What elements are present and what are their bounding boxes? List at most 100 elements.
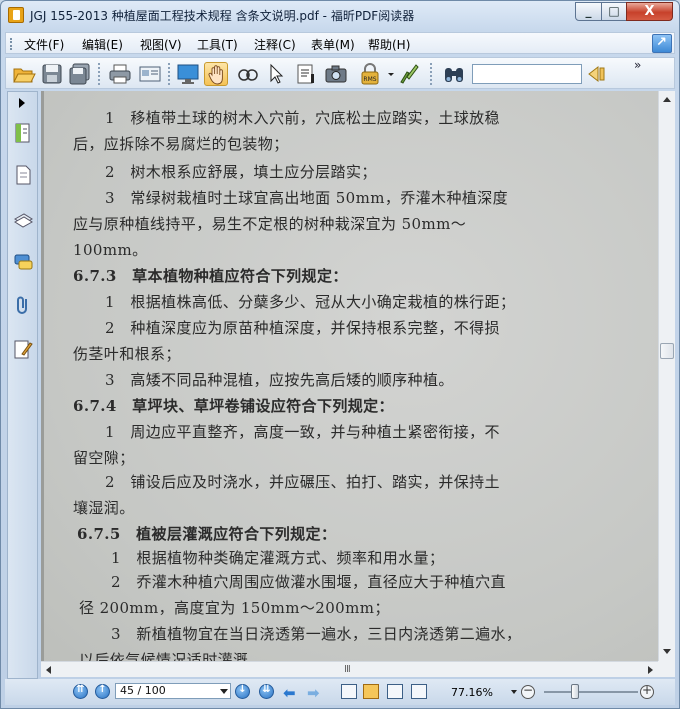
back-arrow-icon[interactable]: ⬅ bbox=[283, 684, 296, 702]
doc-heading: 6.7.4 草坪块、草坪卷铺设应符合下列规定： bbox=[73, 397, 394, 415]
menu-file[interactable]: 文件(F) bbox=[24, 36, 64, 53]
menu-grip-icon[interactable] bbox=[10, 38, 12, 50]
chevron-down-icon[interactable] bbox=[218, 685, 229, 697]
search-input[interactable] bbox=[472, 64, 582, 84]
binoculars-icon[interactable] bbox=[442, 62, 466, 86]
toolbar-more-icon[interactable]: » bbox=[634, 58, 641, 72]
select-text-icon[interactable] bbox=[236, 62, 260, 86]
doc-line: 后，应拆除不易腐烂的包装物； bbox=[73, 135, 289, 153]
page-number-field[interactable]: 45 / 100 bbox=[115, 683, 231, 699]
zoom-in-icon[interactable]: + bbox=[640, 683, 654, 699]
expand-icon[interactable] bbox=[652, 34, 672, 53]
doc-line: 伤茎叶和根系； bbox=[73, 345, 181, 363]
sign-icon[interactable] bbox=[398, 62, 422, 86]
fullscreen-icon[interactable] bbox=[176, 62, 200, 86]
minimize-button[interactable]: _ bbox=[575, 2, 602, 21]
doc-line: 2 乔灌木种植穴周围应做灌水围堰，直径应大于种植穴直 bbox=[111, 573, 506, 591]
doc-line: 2 铺设后应及时浇水，并应碾压、拍打、踏实，并保持土 bbox=[105, 473, 500, 491]
print-icon[interactable] bbox=[108, 62, 132, 86]
signatures-icon[interactable] bbox=[13, 338, 33, 360]
menu-edit[interactable]: 编辑(E) bbox=[82, 36, 123, 53]
continuous-view-icon[interactable] bbox=[363, 684, 379, 699]
doc-line: 以后依气候情况适时灌溉。 bbox=[79, 651, 264, 661]
doc-line: 3 新植植物宜在当日浇透第一遍水，三日内浇透第二遍水， bbox=[111, 625, 522, 643]
doc-heading: 6.7.5 植被层灌溉应符合下列规定： bbox=[77, 525, 337, 543]
doc-line: 留空隙； bbox=[73, 449, 135, 467]
doc-line: 应与原种植线持平，易生不定根的树种栽深宜为 50mm～ bbox=[73, 215, 467, 233]
first-page-icon[interactable]: ⇈ bbox=[73, 684, 88, 699]
save-all-icon[interactable] bbox=[68, 62, 92, 86]
scroll-right-icon[interactable] bbox=[648, 666, 653, 674]
toolbar-separator bbox=[98, 63, 100, 85]
doc-line: 2 树木根系应舒展，填土应分层踏实； bbox=[105, 163, 377, 181]
app-window: JGJ 155-2013 种植屋面工程技术规程 含条文说明.pdf - 福昕PD… bbox=[0, 0, 680, 709]
vertical-scroll-thumb[interactable] bbox=[660, 343, 674, 359]
pdf-page: 1 移植带土球的树木入穴前，穴底松土应踏实，土球放稳 后，应拆除不易腐烂的包装物… bbox=[41, 91, 658, 661]
scroll-left-icon[interactable] bbox=[46, 666, 51, 674]
zoom-slider-knob[interactable] bbox=[571, 684, 579, 699]
previous-page-icon[interactable]: ↑ bbox=[95, 684, 110, 699]
zoom-out-icon[interactable]: − bbox=[521, 683, 535, 699]
doc-line: 1 移植带土球的树木入穴前，穴底松土应踏实，土球放稳 bbox=[105, 109, 500, 127]
doc-line: 1 根据植物种类确定灌溉方式、频率和用水量； bbox=[111, 549, 445, 567]
pages-icon[interactable] bbox=[13, 164, 33, 186]
doc-line: 100mm。 bbox=[73, 241, 148, 259]
status-bar: ⇈ ↑ 45 / 100 ↓ ⇊ ⬅ ➡ 77.16% − + bbox=[5, 679, 675, 705]
scroll-corner bbox=[658, 661, 675, 677]
expand-panel-icon[interactable] bbox=[19, 98, 25, 108]
menu-comment[interactable]: 注释(C) bbox=[254, 36, 296, 53]
last-page-icon[interactable]: ⇊ bbox=[259, 684, 274, 699]
maximize-button[interactable]: □ bbox=[601, 2, 627, 21]
doc-heading: 6.7.3 草本植物种植应符合下列规定： bbox=[73, 267, 348, 285]
email-icon[interactable] bbox=[138, 62, 162, 86]
menu-help[interactable]: 帮助(H) bbox=[368, 36, 410, 53]
open-folder-icon[interactable] bbox=[12, 62, 36, 86]
typewriter-icon[interactable] bbox=[294, 62, 318, 86]
svg-text:RMS: RMS bbox=[363, 76, 376, 83]
scroll-up-icon[interactable] bbox=[663, 97, 671, 102]
layers-icon[interactable] bbox=[13, 208, 33, 230]
doc-line: 2 种植深度应为原苗种植深度，并保持根系完整，不得损 bbox=[105, 319, 500, 337]
doc-line: 径 200mm，高度宜为 150mm～200mm； bbox=[79, 599, 390, 617]
document-view[interactable]: 1 移植带土球的树木入穴前，穴底松土应踏实，土球放稳 后，应拆除不易腐烂的包装物… bbox=[41, 91, 658, 661]
toolbar-separator bbox=[168, 63, 170, 85]
menu-view[interactable]: 视图(V) bbox=[140, 36, 182, 53]
rms-dropdown-icon[interactable] bbox=[386, 62, 396, 86]
facing-view-icon[interactable] bbox=[387, 684, 403, 699]
zoom-dropdown-icon[interactable] bbox=[511, 690, 517, 694]
doc-line: 1 周边应平直整齐，高度一致，并与种植土紧密衔接，不 bbox=[105, 423, 500, 441]
forward-arrow-icon[interactable]: ➡ bbox=[307, 684, 320, 702]
snapshot-icon[interactable] bbox=[324, 62, 348, 86]
continuous-facing-view-icon[interactable] bbox=[411, 684, 427, 699]
vertical-scrollbar[interactable] bbox=[658, 91, 675, 661]
toolbar-separator bbox=[430, 63, 432, 85]
close-button[interactable]: X bbox=[626, 2, 673, 21]
doc-line: 3 高矮不同品种混植，应按先高后矮的顺序种植。 bbox=[105, 371, 454, 389]
horizontal-scrollbar[interactable]: III bbox=[41, 661, 658, 677]
page-number-value: 45 / 100 bbox=[120, 684, 166, 697]
scroll-down-icon[interactable] bbox=[663, 649, 671, 654]
horizontal-scroll-grip[interactable]: III bbox=[344, 664, 351, 675]
zoom-level[interactable]: 77.16% bbox=[451, 686, 493, 699]
attachments-icon[interactable] bbox=[13, 294, 33, 316]
hand-icon[interactable] bbox=[204, 62, 228, 86]
doc-line: 壤湿润。 bbox=[73, 499, 135, 517]
save-icon[interactable] bbox=[40, 62, 64, 86]
single-page-view-icon[interactable] bbox=[341, 684, 357, 699]
window-title: JGJ 155-2013 种植屋面工程技术规程 含条文说明.pdf - 福昕PD… bbox=[30, 9, 415, 23]
bookmarks-icon[interactable] bbox=[13, 122, 33, 144]
search-next-icon[interactable] bbox=[586, 62, 610, 86]
arrow-select-icon[interactable] bbox=[264, 62, 288, 86]
doc-line: 1 根据植株高低、分蘖多少、冠从大小确定栽植的株行距； bbox=[105, 293, 516, 311]
navigation-sidebar bbox=[7, 91, 38, 679]
title-bar[interactable]: JGJ 155-2013 种植屋面工程技术规程 含条文说明.pdf - 福昕PD… bbox=[1, 1, 679, 29]
menu-tools[interactable]: 工具(T) bbox=[197, 36, 238, 53]
next-page-icon[interactable]: ↓ bbox=[235, 684, 250, 699]
menu-form[interactable]: 表单(M) bbox=[311, 36, 355, 53]
zoom-slider[interactable] bbox=[544, 691, 638, 693]
menu-bar: 文件(F) 编辑(E) 视图(V) 工具(T) 注释(C) 表单(M) 帮助(H… bbox=[5, 32, 675, 54]
foxit-app-icon bbox=[8, 7, 24, 23]
doc-line: 3 常绿树栽植时土球宜高出地面 50mm，乔灌木种植深度 bbox=[105, 189, 509, 207]
rms-lock-icon[interactable]: RMS bbox=[358, 62, 382, 86]
comments-icon[interactable] bbox=[13, 252, 33, 274]
